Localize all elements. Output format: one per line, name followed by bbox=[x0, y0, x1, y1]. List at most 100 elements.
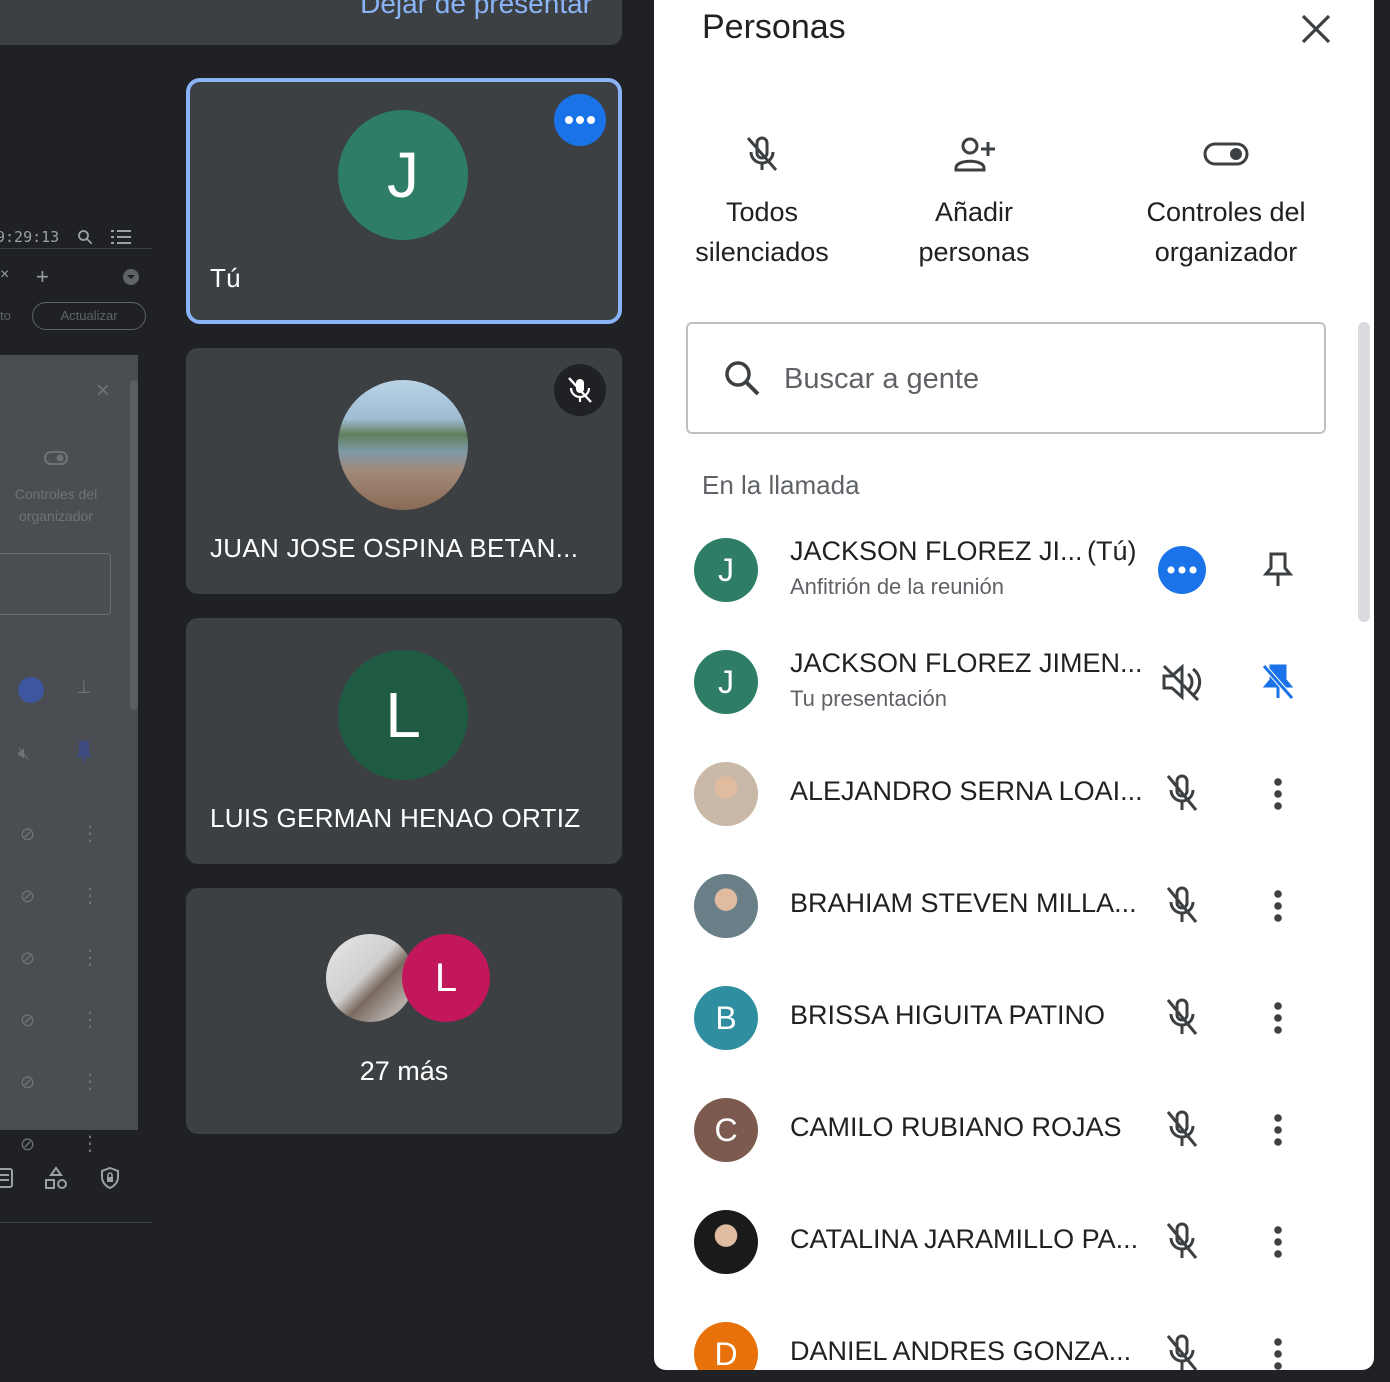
participant-name: CATALINA JARAMILLO PA... bbox=[790, 1224, 1139, 1254]
tile-name: Tú bbox=[210, 263, 241, 293]
shield-lock-icon bbox=[101, 1166, 119, 1190]
unpin-icon[interactable] bbox=[1250, 654, 1306, 710]
mic-off-icon bbox=[568, 377, 592, 403]
avatar: J bbox=[338, 110, 468, 240]
participant-subtitle: Anfitrión de la reunión bbox=[790, 574, 1005, 599]
toggle-icon bbox=[1203, 142, 1249, 166]
update-button: Actualizar bbox=[32, 302, 146, 330]
toggle-icon bbox=[44, 451, 68, 465]
list-icon bbox=[111, 230, 131, 244]
pin-icon[interactable] bbox=[1250, 542, 1306, 598]
tab-close-icon: × bbox=[0, 266, 10, 283]
muted-badge bbox=[554, 364, 606, 416]
shared-clock: 9:29:13 bbox=[0, 228, 60, 246]
mic-off-icon bbox=[1154, 766, 1210, 822]
avatar: J bbox=[694, 538, 758, 602]
add-people-label: Añadir personas bbox=[918, 197, 1030, 267]
participant-photo bbox=[326, 934, 414, 1022]
avatar: L bbox=[338, 650, 468, 780]
participant-tile[interactable]: L LUIS GERMAN HENAO ORTIZ bbox=[186, 618, 622, 864]
new-tab-icon: + bbox=[36, 264, 49, 289]
people-panel: Personas Todos silenciados Añadir person… bbox=[654, 0, 1374, 1370]
more-icon bbox=[18, 677, 44, 703]
participant-photo bbox=[338, 380, 468, 510]
participant-subtitle: Tu presentación bbox=[790, 686, 947, 711]
search-icon bbox=[725, 361, 760, 396]
more-icon[interactable] bbox=[1154, 542, 1210, 598]
close-icon[interactable] bbox=[1294, 12, 1338, 48]
host-controls-button[interactable]: Controles del organizador bbox=[1116, 130, 1336, 272]
kebab-icon[interactable] bbox=[1250, 1326, 1306, 1370]
participant-row[interactable]: J JACKSON FLOREZ JIMEN... Tu presentación bbox=[654, 626, 1374, 738]
host-controls-label: Controles del organizador bbox=[1146, 197, 1306, 267]
tile-options-button[interactable] bbox=[554, 94, 606, 146]
stop-presenting-button[interactable]: Dejar de presentar bbox=[360, 0, 592, 20]
avatar: L bbox=[402, 934, 490, 1022]
mic-off-icon bbox=[1154, 1102, 1210, 1158]
self-tile[interactable]: J Tú bbox=[186, 78, 622, 324]
tile-name: LUIS GERMAN HENAO ORTIZ bbox=[210, 803, 581, 833]
mic-off-icon bbox=[1154, 990, 1210, 1046]
avatar: C bbox=[694, 1098, 758, 1162]
participant-name: ALEJANDRO SERNA LOAI... bbox=[790, 776, 1143, 806]
participant-name: JACKSON FLOREZ JIMEN... bbox=[790, 648, 1143, 678]
document-icon bbox=[0, 1168, 13, 1188]
participant-name: BRAHIAM STEVEN MILLA... bbox=[790, 888, 1137, 918]
avatar: J bbox=[694, 650, 758, 714]
more-count-label: 27 más bbox=[359, 1056, 449, 1086]
mic-off-icon bbox=[1154, 878, 1210, 934]
kebab-icon[interactable] bbox=[1250, 766, 1306, 822]
volume-off-icon: 🔇︎ bbox=[18, 743, 30, 763]
mirrored-search-field bbox=[0, 553, 111, 615]
panel-title: Personas bbox=[702, 8, 846, 46]
section-heading: En la llamada bbox=[702, 470, 860, 500]
participant-photo bbox=[694, 874, 758, 938]
search-icon bbox=[78, 230, 93, 245]
avatar: D bbox=[694, 1322, 758, 1370]
participant-row[interactable]: J JACKSON FLOREZ JI... (Tú) Anfitrión de la… bbox=[654, 514, 1374, 626]
mic-off-icon bbox=[1154, 1326, 1210, 1370]
participant-row[interactable]: C CAMILO RUBIANO ROJAS bbox=[654, 1074, 1374, 1186]
mirrored-controls-label: Controles del organizador bbox=[14, 486, 98, 524]
unpin-icon bbox=[76, 741, 92, 763]
participant-tile[interactable]: JUAN JOSE OSPINA BETAN... bbox=[186, 348, 622, 594]
pin-icon: ⊥ bbox=[76, 677, 92, 697]
mirrored-people-panel: × Controles del organizador ⊥ 🔇︎ ⊘ ⊘ ⊘ ⊘ ⊘ ⊘ … bbox=[0, 355, 138, 1155]
avatar: B bbox=[694, 986, 758, 1050]
tile-name: JUAN JOSE OSPINA BETAN... bbox=[210, 533, 579, 563]
participant-photo bbox=[694, 1210, 758, 1274]
participant-row[interactable]: ALEJANDRO SERNA LOAI... bbox=[654, 738, 1374, 850]
kebab-icon[interactable] bbox=[1250, 1214, 1306, 1270]
participant-name: DANIEL ANDRES GONZA... bbox=[790, 1336, 1132, 1366]
kebab-icon: ⋮ ⋮ ⋮ ⋮ ⋮ ⋮ bbox=[80, 823, 100, 1155]
self-tag: (Tú) bbox=[1087, 536, 1137, 566]
mic-off-icon bbox=[746, 136, 778, 171]
mute-all-button[interactable]: Todos silenciados bbox=[654, 130, 872, 272]
participant-photo bbox=[694, 762, 758, 826]
participant-row[interactable]: D DANIEL ANDRES GONZA... bbox=[654, 1298, 1374, 1370]
participant-name: CAMILO RUBIANO ROJAS bbox=[790, 1112, 1122, 1142]
presentation-bar: Dejar de presentar bbox=[0, 0, 622, 45]
mute-all-label: Todos silenciados bbox=[695, 197, 829, 267]
participant-row[interactable]: B BRISSA HIGUITA PATINO bbox=[654, 962, 1374, 1074]
close-icon: × bbox=[96, 377, 111, 404]
kebab-icon[interactable] bbox=[1250, 878, 1306, 934]
shared-screen-preview: 9:29:13 × + to Actualizar × Controles de… bbox=[0, 200, 152, 1225]
search-field[interactable] bbox=[686, 322, 1326, 434]
more-icon bbox=[565, 116, 595, 124]
mic-off-icon: ⊘ ⊘ ⊘ ⊘ ⊘ ⊘ bbox=[20, 824, 36, 1154]
participant-name: JACKSON FLOREZ JI... bbox=[790, 536, 1083, 566]
shapes-icon bbox=[45, 1166, 67, 1189]
chevron-down-icon bbox=[123, 269, 139, 285]
participant-row[interactable]: BRAHIAM STEVEN MILLA... bbox=[654, 850, 1374, 962]
more-participants-tile[interactable]: L 27 más bbox=[186, 888, 622, 1134]
kebab-icon[interactable] bbox=[1250, 990, 1306, 1046]
participant-name: BRISSA HIGUITA PATINO bbox=[790, 1000, 1106, 1030]
volume-off-icon bbox=[1154, 654, 1210, 710]
participant-row[interactable]: CATALINA JARAMILLO PA... bbox=[654, 1186, 1374, 1298]
add-people-button[interactable]: Añadir personas bbox=[864, 130, 1084, 272]
search-input[interactable] bbox=[782, 354, 1286, 404]
kebab-icon[interactable] bbox=[1250, 1102, 1306, 1158]
add-person-icon bbox=[954, 137, 995, 172]
mic-off-icon bbox=[1154, 1214, 1210, 1270]
